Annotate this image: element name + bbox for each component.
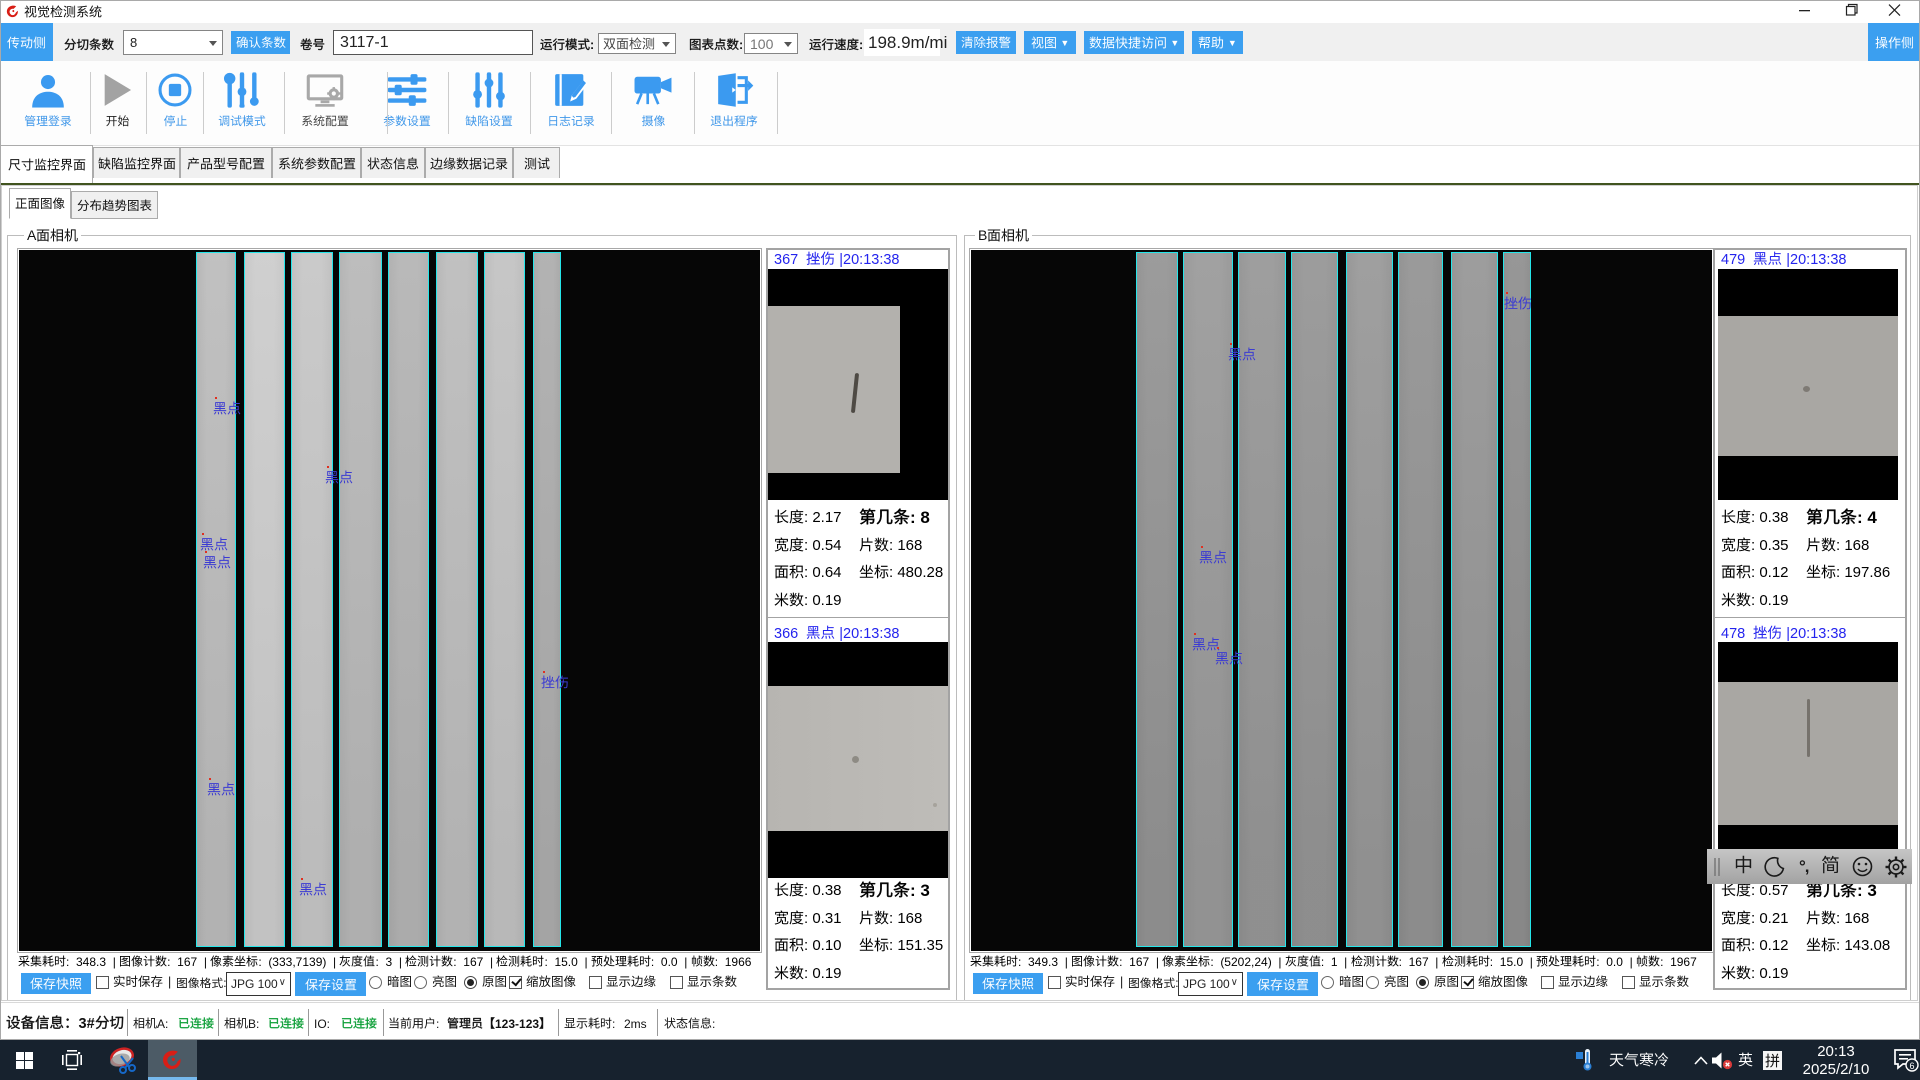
svg-text:6: 6 [1909, 1061, 1914, 1071]
